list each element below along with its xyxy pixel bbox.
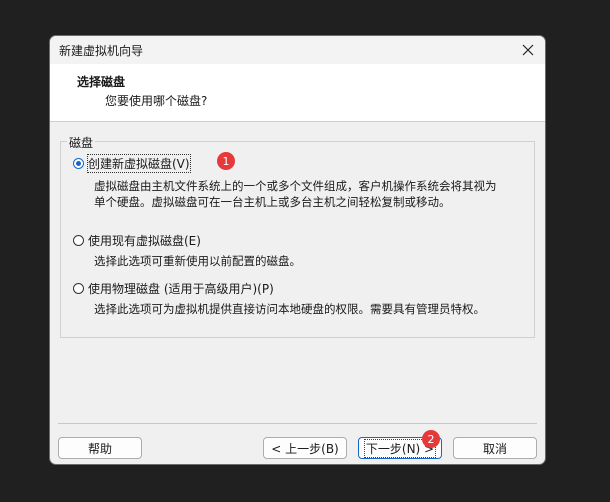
option-label: 创建新虚拟磁盘(V) [87, 154, 191, 173]
desc-line: 单个硬盘。虚拟磁盘可在一台主机上或多台主机之间轻松复制或移动。 [94, 195, 451, 209]
option-desc: 选择此选项可重新使用以前配置的磁盘。 [94, 253, 301, 269]
page-subtitle: 您要使用哪个磁盘? [105, 94, 208, 108]
option-create-new-disk[interactable]: 创建新虚拟磁盘(V) [73, 154, 191, 173]
desc-line: 选择此选项可重新使用以前配置的磁盘。 [94, 254, 301, 268]
option-label: 使用物理磁盘 (适用于高级用户)(P) [88, 282, 274, 296]
option-label: 使用现有虚拟磁盘(E) [88, 234, 201, 248]
footer-divider [58, 423, 537, 424]
option-use-existing-disk[interactable]: 使用现有虚拟磁盘(E) [73, 232, 201, 249]
option-use-physical-disk[interactable]: 使用物理磁盘 (适用于高级用户)(P) [73, 280, 274, 297]
title-bar: 新建虚拟机向导 [50, 36, 545, 64]
disk-group-legend: 磁盘 [67, 134, 96, 151]
desc-line: 选择此选项可为虚拟机提供直接访问本地硬盘的权限。需要具有管理员特权。 [94, 302, 485, 316]
close-icon [522, 44, 534, 56]
annotation-badge-1: 1 [217, 152, 235, 170]
radio-use-physical-disk[interactable] [73, 283, 84, 294]
radio-use-existing-disk[interactable] [73, 235, 84, 246]
wizard-header: 选择磁盘 您要使用哪个磁盘? [50, 64, 545, 122]
page-title: 选择磁盘 [77, 75, 126, 89]
desc-line: 虚拟磁盘由主机文件系统上的一个或多个文件组成，客户机操作系统会将其视为 [94, 179, 497, 193]
window-title: 新建虚拟机向导 [59, 44, 144, 58]
close-button[interactable] [511, 36, 545, 64]
new-vm-wizard-dialog: 新建虚拟机向导 选择磁盘 您要使用哪个磁盘? 磁盘 创建新虚拟磁盘(V) 虚拟磁… [49, 35, 546, 465]
back-button[interactable]: < 上一步(B) [263, 437, 347, 459]
option-desc: 虚拟磁盘由主机文件系统上的一个或多个文件组成，客户机操作系统会将其视为 单个硬盘… [94, 178, 497, 210]
option-desc: 选择此选项可为虚拟机提供直接访问本地硬盘的权限。需要具有管理员特权。 [94, 301, 485, 317]
cancel-button[interactable]: 取消 [453, 437, 537, 459]
annotation-badge-2: 2 [422, 430, 440, 448]
help-button[interactable]: 帮助 [58, 437, 142, 459]
radio-create-new-disk[interactable] [73, 158, 84, 169]
